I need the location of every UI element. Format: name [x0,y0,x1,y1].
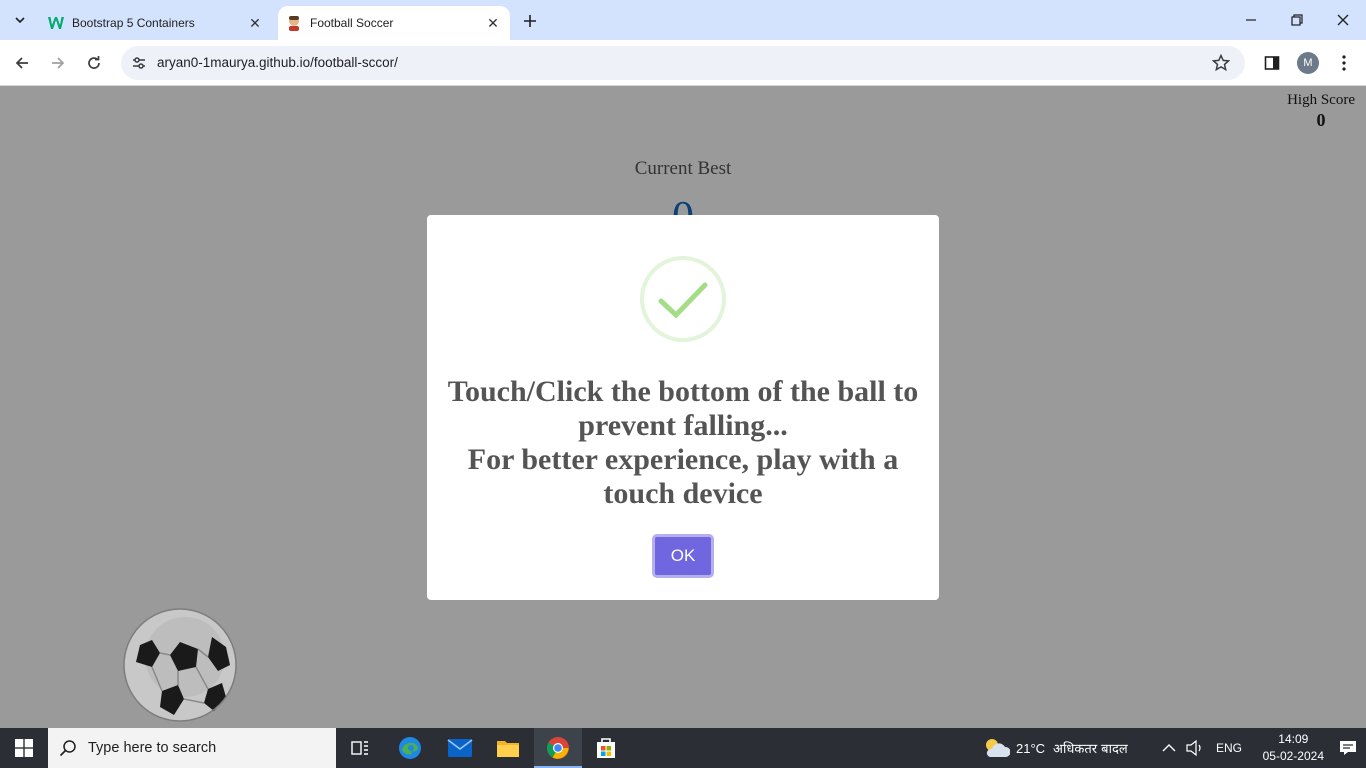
side-panel-icon [1264,56,1280,70]
high-score-label: High Score [1287,92,1355,108]
taskbar-search-placeholder: Type here to search [88,740,217,756]
instructions-modal: Touch/Click the bottom of the ball to pr… [427,215,939,600]
notifications-button[interactable] [1330,728,1366,768]
windows-logo-icon [15,739,33,757]
windows-taskbar: Type here to search 21°C अधिकतर बादल ENG… [0,728,1366,768]
url-text: aryan0-1maurya.github.io/football-sccor/ [157,55,398,70]
edge-icon [399,737,421,759]
weather-text: अधिकतर बादल [1053,742,1128,757]
partly-cloudy-icon [986,739,1010,757]
file-explorer-button[interactable] [484,728,532,768]
taskbar-search-box[interactable]: Type here to search [48,728,336,768]
tab-search-button[interactable] [6,8,34,32]
edge-app-button[interactable] [386,728,434,768]
avatar: M [1297,52,1319,74]
chrome-icon [547,737,569,759]
modal-message: Touch/Click the bottom of the ball to pr… [447,375,919,511]
arrow-left-icon [15,57,28,69]
close-icon [1337,14,1349,26]
volume-icon[interactable] [1186,740,1204,756]
task-view-icon [351,741,368,755]
clock-date: 05-02-2024 [1262,749,1324,763]
close-window-button[interactable] [1320,0,1366,40]
back-button[interactable] [8,49,36,77]
reload-button[interactable] [80,49,108,77]
folder-icon [497,741,519,757]
football-player-icon [286,15,302,31]
reload-icon [88,56,100,69]
bookmark-star-icon[interactable] [1211,53,1231,73]
tab-title: Bootstrap 5 Containers [72,16,195,30]
search-icon [48,739,88,757]
close-tab-icon[interactable]: ✕ [482,12,504,34]
restore-button[interactable] [1274,0,1320,40]
current-best-label: Current Best [634,158,732,179]
tab-football-soccer[interactable]: Football Soccer ✕ [278,6,510,40]
store-icon [597,738,615,758]
more-vertical-icon [1342,55,1346,71]
close-tab-icon[interactable]: ✕ [244,12,266,34]
store-app-button[interactable] [582,728,630,768]
minimize-button[interactable] [1228,0,1274,40]
start-button[interactable] [0,728,48,768]
ok-button[interactable]: OK [652,534,714,578]
high-score: High Score 0 [1287,92,1355,131]
notification-icon [1340,741,1356,755]
chevron-up-icon[interactable] [1162,743,1176,753]
minimize-icon [1246,19,1256,21]
forward-button[interactable] [44,49,72,77]
address-bar[interactable]: aryan0-1maurya.github.io/football-sccor/ [121,46,1245,80]
clock-time: 14:09 [1278,732,1309,746]
arrow-right-icon [52,57,65,69]
soccer-ball[interactable] [122,607,238,723]
modal-message-line-1: Touch/Click the bottom of the ball to pr… [447,375,919,442]
system-tray: ENG [1162,728,1242,768]
browser-toolbar: aryan0-1maurya.github.io/football-sccor/… [0,40,1366,86]
browser-menu-button[interactable] [1330,49,1358,77]
weather-temp: 21°C [1016,740,1046,756]
plus-icon [524,15,536,27]
side-panel-button[interactable] [1258,49,1286,77]
site-info-icon[interactable] [129,53,149,73]
game-page: High Score 0 Current Best 0 Touch/Click … [0,87,1366,728]
new-tab-button[interactable] [518,9,542,33]
taskbar-clock[interactable]: 14:09 05-02-2024 [1263,731,1324,765]
w3schools-icon [48,15,64,31]
high-score-value: 0 [1316,110,1326,130]
mail-app-button[interactable] [436,728,484,768]
weather-widget[interactable]: 21°C अधिकतर बादल [982,728,1128,768]
success-check-icon [640,256,726,342]
task-view-button[interactable] [336,728,384,768]
profile-button[interactable]: M [1294,49,1322,77]
mail-icon [447,739,473,757]
browser-tab-bar: Bootstrap 5 Containers ✕ Football Soccer… [0,0,1366,40]
chrome-app-button[interactable] [534,728,582,768]
tab-bootstrap-containers[interactable]: Bootstrap 5 Containers ✕ [40,6,272,40]
tab-title: Football Soccer [310,16,394,30]
modal-message-line-2: For better experience, play with a touch… [467,443,899,510]
language-indicator[interactable]: ENG [1216,741,1242,755]
restore-icon [1291,14,1303,26]
chevron-down-icon [15,17,25,24]
